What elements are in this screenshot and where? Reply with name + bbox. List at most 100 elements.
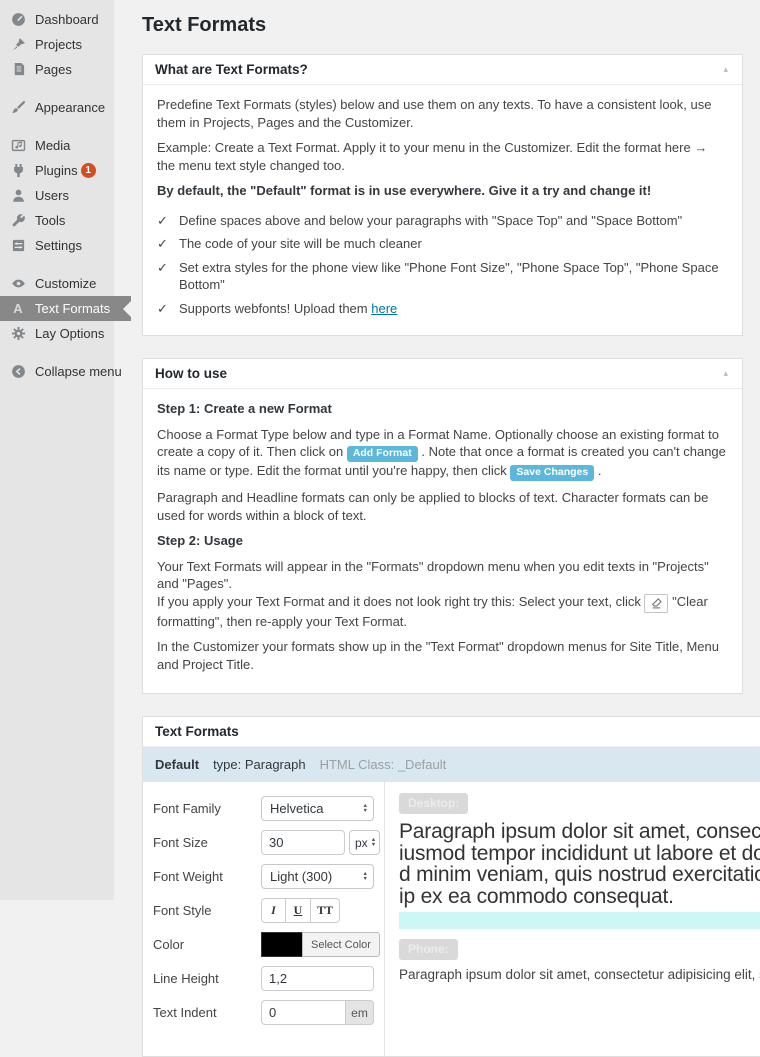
smallcaps-button[interactable]: TT: [311, 898, 340, 923]
sidebar-item-plugins[interactable]: Plugins 1: [0, 158, 114, 183]
format-type: type: Paragraph: [213, 757, 306, 772]
checklist-item: ✓Set extra styles for the phone view lik…: [157, 259, 728, 294]
sidebar-item-label: Text Formats: [35, 301, 110, 316]
save-changes-button-illustration: Save Changes: [510, 465, 594, 481]
sidebar-item-label: Lay Options: [35, 326, 104, 341]
font-style-row: Font Style I U TT: [153, 896, 384, 925]
sidebar-item-text-formats[interactable]: A Text Formats: [0, 296, 131, 321]
checklist-item: ✓Supports webfonts! Upload them here: [157, 300, 728, 318]
select-stepper-icon: ▲▼: [368, 838, 376, 847]
italic-button[interactable]: I: [261, 898, 286, 923]
font-size-row: Font Size px ▲▼: [153, 828, 384, 857]
pin-icon: [9, 36, 27, 53]
text-indent-row: Text Indent em: [153, 998, 384, 1027]
panel-header-text-formats[interactable]: Text Formats: [143, 717, 760, 747]
sidebar-item-users[interactable]: Users: [0, 183, 114, 208]
sidebar-item-label: Tools: [35, 213, 65, 228]
format-preview-column: Desktop: Paragraph ipsum dolor sit amet,…: [385, 782, 760, 1056]
font-weight-value: Light (300): [270, 869, 332, 884]
webfonts-here-link[interactable]: here: [371, 301, 397, 316]
format-fields-column: Font Family Helvetica ▲▼ Font Size px ▲▼: [143, 782, 385, 1056]
font-style-label: Font Style: [153, 903, 261, 918]
sidebar-item-label: Pages: [35, 62, 72, 77]
font-size-unit-select[interactable]: px ▲▼: [349, 830, 380, 855]
gear-icon: [9, 325, 27, 342]
check-icon: ✓: [157, 235, 171, 253]
sidebar-item-appearance[interactable]: Appearance: [0, 95, 114, 120]
sidebar-item-lay-options[interactable]: Lay Options: [0, 321, 114, 346]
text-indent-input[interactable]: [261, 1000, 346, 1025]
text-indent-unit: em: [346, 1000, 374, 1025]
sidebar-item-settings[interactable]: Settings: [0, 233, 114, 258]
panel-what-are-text-formats: What are Text Formats? ▴ Predefine Text …: [142, 54, 743, 336]
step1-paragraph-2: Paragraph and Headline formats can only …: [157, 489, 728, 524]
font-family-value: Helvetica: [270, 801, 323, 816]
sidebar-item-label: Settings: [35, 238, 82, 253]
font-weight-select[interactable]: Light (300) ▲▼: [261, 864, 374, 889]
collapse-toggle-icon[interactable]: ▴: [721, 367, 730, 380]
desktop-preview-badge: Desktop:: [399, 793, 468, 814]
format-html-class: HTML Class: _Default: [320, 757, 447, 772]
font-family-select[interactable]: Helvetica ▲▼: [261, 796, 374, 821]
sidebar-item-customize[interactable]: Customize: [0, 271, 114, 296]
format-name: Default: [155, 757, 199, 772]
sidebar-item-dashboard[interactable]: Dashboard: [0, 7, 114, 32]
checklist-item: ✓ The code of your site will be much clea…: [157, 235, 728, 253]
select-stepper-icon: ▲▼: [360, 804, 368, 813]
add-format-button-illustration: Add Format: [347, 446, 418, 462]
sidebar-item-label: Appearance: [35, 100, 105, 115]
check-icon: ✓: [157, 259, 171, 294]
admin-sidebar: Dashboard Projects Pages Appearance Medi…: [0, 0, 114, 900]
font-family-label: Font Family: [153, 801, 261, 816]
media-icon: [9, 137, 27, 154]
sidebar-item-media[interactable]: Media: [0, 133, 114, 158]
sidebar-item-tools[interactable]: Tools: [0, 208, 114, 233]
sidebar-item-label: Users: [35, 188, 69, 203]
panel-body: Step 1: Create a new Format Choose a For…: [143, 389, 742, 693]
format-editor: Font Family Helvetica ▲▼ Font Size px ▲▼: [143, 782, 760, 1056]
content-area: Text Formats What are Text Formats? ▴ Pr…: [114, 0, 760, 1057]
line-height-input[interactable]: [261, 966, 374, 991]
user-icon: [9, 187, 27, 204]
line-height-label: Line Height: [153, 971, 261, 986]
color-label: Color: [153, 937, 261, 952]
settings-icon: [9, 237, 27, 254]
desktop-preview-text: Paragraph ipsum dolor sit amet, consecte…: [399, 821, 760, 907]
sidebar-item-pages[interactable]: Pages: [0, 57, 114, 82]
font-size-input[interactable]: [261, 830, 345, 855]
eye-icon: [9, 275, 27, 292]
collapse-toggle-icon[interactable]: ▴: [721, 63, 730, 76]
clear-formatting-icon: [644, 594, 668, 613]
sidebar-item-label: Dashboard: [35, 12, 99, 27]
select-color-button[interactable]: Select Color: [302, 932, 380, 957]
brush-icon: [9, 99, 27, 116]
panel-header-what-are-text-formats[interactable]: What are Text Formats? ▴: [143, 55, 742, 85]
checklist-item: ✓ Define spaces above and below your para…: [157, 212, 728, 230]
sidebar-item-label: Customize: [35, 276, 96, 291]
step1-paragraph: Choose a Format Type below and type in a…: [157, 426, 728, 482]
sidebar-item-projects[interactable]: Projects: [0, 32, 114, 57]
color-swatch[interactable]: [261, 932, 303, 957]
format-row-header[interactable]: Default type: Paragraph HTML Class: _Def…: [143, 747, 760, 782]
font-weight-row: Font Weight Light (300) ▲▼: [153, 862, 384, 891]
font-size-unit-value: px: [355, 836, 368, 850]
preview-highlight-bar: [399, 912, 760, 929]
checklist-item-text: The code of your site will be much clean…: [179, 235, 422, 253]
checklist-item-text: Define spaces above and below your parag…: [179, 212, 682, 230]
text-indent-label: Text Indent: [153, 1005, 261, 1020]
panel-body: Predefine Text Formats (styles) below an…: [143, 85, 742, 335]
step2-paragraph-2: If you apply your Text Format and it doe…: [157, 593, 728, 631]
feature-checklist: ✓ Define spaces above and below your para…: [157, 212, 728, 318]
phone-preview-badge: Phone:: [399, 939, 458, 960]
sidebar-item-label: Plugins: [35, 163, 78, 178]
underline-button[interactable]: U: [286, 898, 311, 923]
panel-title: How to use: [155, 366, 227, 381]
about-paragraph-3: By default, the "Default" format is in u…: [157, 182, 728, 200]
check-icon: ✓: [157, 212, 171, 230]
sidebar-item-collapse-menu[interactable]: Collapse menu: [0, 359, 114, 384]
admin-menu: Dashboard Projects Pages Appearance Medi…: [0, 7, 114, 384]
checklist-item-text: Set extra styles for the phone view like…: [179, 259, 728, 294]
sidebar-item-label: Media: [35, 138, 70, 153]
panel-header-how-to-use[interactable]: How to use ▴: [143, 359, 742, 389]
panel-how-to-use: How to use ▴ Step 1: Create a new Format…: [142, 358, 743, 694]
